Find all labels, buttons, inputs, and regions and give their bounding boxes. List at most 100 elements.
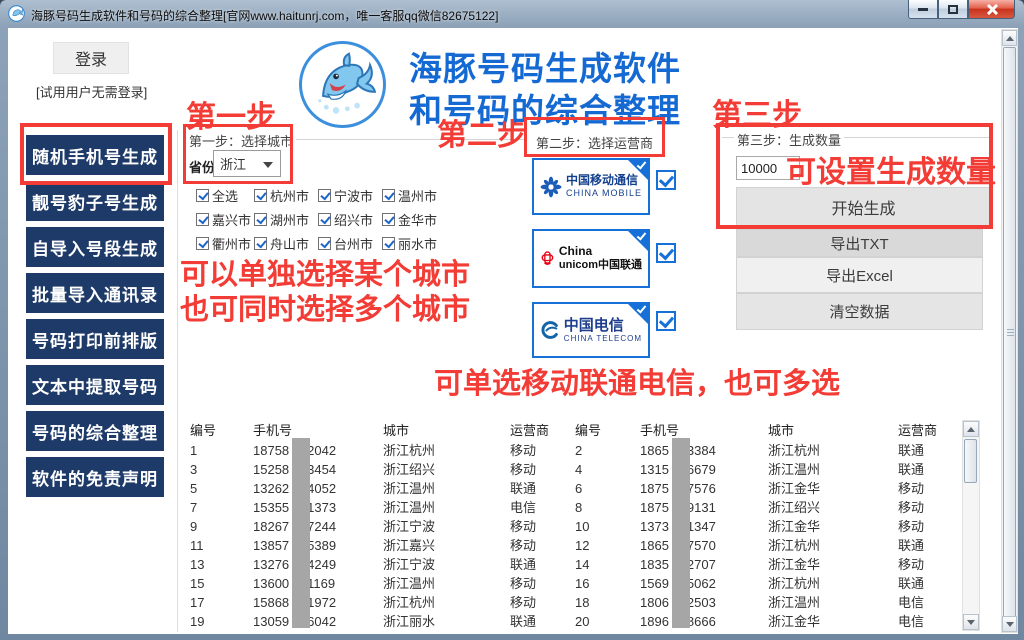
- annotation-box-step2: [524, 117, 665, 157]
- annotation-step3: 第三步: [712, 90, 802, 134]
- china-telecom-card[interactable]: 中国电信 CHINA TELECOM: [532, 302, 650, 358]
- checked-checkbox-icon: [382, 237, 395, 250]
- scroll-down-button[interactable]: [963, 614, 979, 630]
- censor-bar: [292, 438, 310, 628]
- china-unicom-sub: unicom中国联通: [559, 259, 642, 272]
- col-header-num: 编号: [190, 420, 253, 440]
- window-title: 海豚号码生成软件和号码的综合整理[官网www.haitunrj.com，唯一客服…: [31, 7, 498, 24]
- table-row[interactable]: 9 182677244 浙江宁波 移动: [190, 517, 570, 536]
- minimize-icon: [918, 8, 928, 11]
- checked-checkbox-icon: [382, 189, 395, 202]
- sidebar-item[interactable]: 号码打印前排版: [26, 319, 164, 359]
- table-row[interactable]: 16 15695062 浙江杭州 联通: [575, 574, 958, 593]
- export-txt-button[interactable]: 导出TXT: [736, 229, 983, 257]
- checked-checkbox-icon: [196, 189, 209, 202]
- sidebar-item[interactable]: 批量导入通讯录: [26, 273, 164, 313]
- minimize-button[interactable]: [908, 0, 938, 19]
- annotation-city-note2: 也可同时选择多个城市: [180, 286, 470, 328]
- city-checkbox[interactable]: 金华市: [382, 207, 452, 231]
- city-checkbox[interactable]: 嘉兴市: [196, 207, 254, 231]
- checked-checkbox-icon: [318, 189, 331, 202]
- table-row[interactable]: 2 18653384 浙江杭州 联通: [575, 441, 958, 460]
- table-row[interactable]: 3 152583454 浙江绍兴 移动: [190, 460, 570, 479]
- china-mobile-checkbox[interactable]: [656, 170, 676, 190]
- table-row[interactable]: 11 138575389 浙江嘉兴 移动: [190, 536, 570, 555]
- maximize-button[interactable]: [938, 0, 968, 19]
- table-row[interactable]: 4 13156679 浙江温州 联通: [575, 460, 958, 479]
- table-row[interactable]: 14 18352707 浙江金华 移动: [575, 555, 958, 574]
- sidebar: 随机手机号生成 靓号豹子号生成 自导入号段生成 批量导入通讯录 号码打印前排版 …: [26, 135, 164, 503]
- china-telecom-checkbox[interactable]: [656, 311, 676, 331]
- titlebar: 海豚号码生成软件和号码的综合整理[官网www.haitunrj.com，唯一客服…: [0, 0, 1024, 28]
- city-checkbox-grid: 全选 杭州市 宁波市 温州市 嘉兴市 湖: [196, 183, 526, 255]
- annotation-box-sidebar: [20, 123, 172, 185]
- table-header-left: 编号 手机号 城市 运营商: [190, 420, 570, 440]
- table-row[interactable]: 18 18062503 浙江温州 电信: [575, 593, 958, 612]
- export-excel-button[interactable]: 导出Excel: [736, 257, 983, 293]
- triangle-down-icon: [967, 620, 975, 625]
- table-header-right: 编号 手机号 城市 运营商: [575, 420, 958, 440]
- table-row[interactable]: 6 18757576 浙江金华 移动: [575, 479, 958, 498]
- table-row[interactable]: 17 158681972 浙江杭州 移动: [190, 593, 570, 612]
- china-unicom-card[interactable]: China unicom中国联通: [532, 229, 650, 288]
- col-header-phone: 手机号: [640, 420, 768, 440]
- china-mobile-card[interactable]: 中国移动通信 CHINA MOBILE: [532, 158, 650, 215]
- scrollbar-thumb[interactable]: [964, 439, 977, 483]
- china-unicom-checkbox[interactable]: [656, 243, 676, 263]
- close-button[interactable]: [968, 0, 1015, 19]
- col-header-num: 编号: [575, 420, 640, 440]
- city-checkbox[interactable]: 宁波市: [318, 183, 382, 207]
- scroll-up-button[interactable]: [963, 421, 979, 437]
- city-checkbox[interactable]: 绍兴市: [318, 207, 382, 231]
- city-checkbox[interactable]: 全选: [196, 183, 254, 207]
- col-header-city: 城市: [383, 420, 510, 440]
- login-button[interactable]: 登录: [53, 42, 129, 74]
- table-row[interactable]: 10 13731347 浙江金华 移动: [575, 517, 958, 536]
- china-mobile-logo-icon: [540, 169, 562, 205]
- annotation-step2: 第二步: [437, 110, 527, 154]
- checked-checkbox-icon: [382, 213, 395, 226]
- triangle-up-icon: [967, 427, 975, 432]
- checked-checkbox-icon: [254, 237, 267, 250]
- table-row[interactable]: 1 187582042 浙江杭州 移动: [190, 441, 570, 460]
- dolphin-logo-icon: [299, 41, 386, 128]
- checked-checkbox-icon: [318, 213, 331, 226]
- table-row[interactable]: 8 18759131 浙江绍兴 移动: [575, 498, 958, 517]
- triangle-up-icon: [1006, 36, 1014, 41]
- scrollbar-thumb[interactable]: [1003, 47, 1016, 618]
- col-header-city: 城市: [768, 420, 898, 440]
- table-row[interactable]: 12 18657570 浙江杭州 联通: [575, 536, 958, 555]
- scroll-up-button[interactable]: [1002, 30, 1017, 46]
- checked-checkbox-icon: [196, 213, 209, 226]
- sidebar-item[interactable]: 文本中提取号码: [26, 365, 164, 405]
- col-header-phone: 手机号: [253, 420, 383, 440]
- table-row[interactable]: 19 130596042 浙江丽水 联通: [190, 612, 570, 631]
- login-hint: [试用用户无需登录]: [36, 82, 147, 101]
- result-table-right: 2 18653384 浙江杭州 联通 4 13156679 浙江温州 联通 6 …: [575, 441, 958, 631]
- checked-checkbox-icon: [196, 237, 209, 250]
- sidebar-item[interactable]: 自导入号段生成: [26, 227, 164, 267]
- sidebar-item[interactable]: 靓号豹子号生成: [26, 181, 164, 221]
- table-row[interactable]: 7 153551373 浙江温州 电信: [190, 498, 570, 517]
- sidebar-item[interactable]: 软件的免责声明: [26, 457, 164, 497]
- table-row[interactable]: 20 18968666 浙江金华 电信: [575, 612, 958, 631]
- main-scrollbar[interactable]: [1001, 29, 1018, 633]
- scroll-down-button[interactable]: [1002, 616, 1017, 632]
- clear-data-button[interactable]: 清空数据: [736, 293, 983, 330]
- table-row[interactable]: 13 132764249 浙江宁波 联通: [190, 555, 570, 574]
- city-checkbox[interactable]: 湖州市: [254, 207, 318, 231]
- col-header-operator: 运营商: [898, 420, 958, 440]
- dolphin-app-icon: [8, 5, 25, 22]
- result-table-left: 1 187582042 浙江杭州 移动 3 152583454 浙江绍兴 移动 …: [190, 441, 570, 631]
- table-scrollbar[interactable]: [962, 420, 980, 631]
- table-row[interactable]: 15 136001169 浙江温州 移动: [190, 574, 570, 593]
- app-window: 海豚号码生成软件和号码的综合整理[官网www.haitunrj.com，唯一客服…: [0, 0, 1024, 640]
- table-row[interactable]: 5 132624052 浙江温州 联通: [190, 479, 570, 498]
- annotation-step1: 第一步: [186, 92, 276, 136]
- sidebar-item[interactable]: 号码的综合整理: [26, 411, 164, 451]
- brand-title-line1: 海豚号码生成软件: [409, 42, 681, 90]
- city-checkbox[interactable]: 杭州市: [254, 183, 318, 207]
- checked-checkbox-icon: [318, 237, 331, 250]
- china-telecom-sub: CHINA TELECOM: [564, 334, 642, 343]
- city-checkbox[interactable]: 温州市: [382, 183, 452, 207]
